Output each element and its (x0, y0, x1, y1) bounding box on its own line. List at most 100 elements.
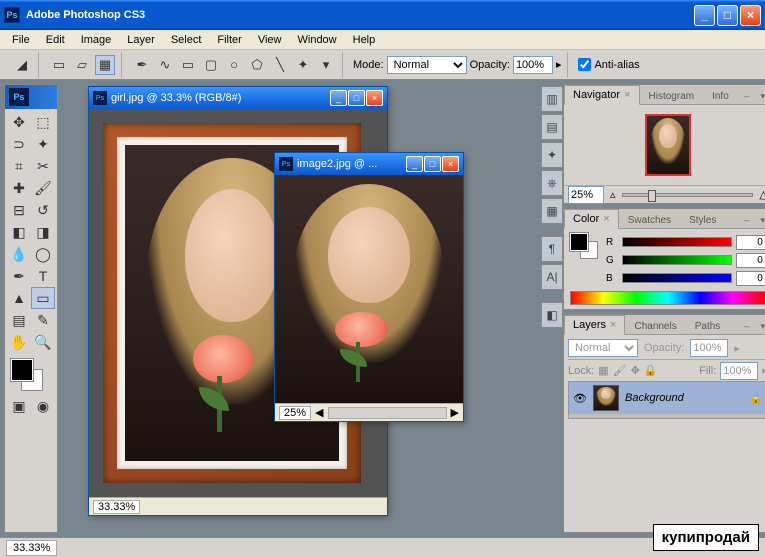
layer-fill-input[interactable] (720, 362, 758, 380)
line-shape-icon[interactable]: ╲ (270, 55, 290, 75)
r-input[interactable] (736, 235, 765, 250)
collapsed-panel-icon[interactable]: A| (541, 264, 563, 290)
collapsed-panel-icon[interactable]: ⎈ (541, 170, 563, 196)
document-window-image2[interactable]: Ps image2.jpg @ ... _ □ × 25% ◀ (274, 152, 464, 422)
doc1-zoom[interactable]: 33.33% (93, 500, 140, 514)
panel-menu-icon[interactable]: ▾ (756, 90, 765, 102)
color-fg-bg-swatches[interactable] (570, 233, 598, 287)
b-slider[interactable] (622, 273, 732, 283)
tab-channels[interactable]: Channels (625, 317, 685, 335)
pen-tool[interactable]: ✒ (7, 265, 31, 287)
close-button[interactable]: × (740, 5, 761, 26)
g-input[interactable] (736, 253, 765, 268)
lock-all-icon[interactable]: 🔒 (644, 364, 658, 377)
slice-tool[interactable]: ✂ (31, 155, 55, 177)
rounded-rect-icon[interactable]: ▢ (201, 55, 221, 75)
opacity-input[interactable] (513, 56, 553, 74)
doc2-titlebar[interactable]: Ps image2.jpg @ ... _ □ × (275, 153, 463, 175)
opacity-dropdown-icon[interactable]: ▸ (734, 342, 740, 355)
shape-tool[interactable]: ▭ (31, 287, 55, 309)
maximize-button[interactable]: □ (717, 5, 738, 26)
brush-tool[interactable]: 🖌 (31, 177, 55, 199)
foreground-color-swatch[interactable] (11, 359, 33, 381)
healing-tool[interactable]: ✚ (7, 177, 31, 199)
panel-collapse-icon[interactable]: – (740, 214, 754, 226)
menu-filter[interactable]: Filter (209, 32, 249, 48)
doc2-maximize[interactable]: □ (424, 156, 441, 172)
doc2-zoom[interactable]: 25% (279, 406, 311, 420)
quick-select-tool[interactable]: ✦ (31, 133, 55, 155)
menu-file[interactable]: File (4, 32, 38, 48)
menu-select[interactable]: Select (163, 32, 210, 48)
polygon-shape-icon[interactable]: ⬠ (247, 55, 267, 75)
eyedropper-tool[interactable]: ✎ (31, 309, 55, 331)
menu-view[interactable]: View (250, 32, 290, 48)
blend-mode-select[interactable]: Normal (387, 56, 467, 74)
collapsed-panel-icon[interactable]: ◧ (541, 302, 563, 328)
tab-paths[interactable]: Paths (686, 317, 730, 335)
shape-layers-icon[interactable]: ▭ (49, 55, 69, 75)
tab-layers[interactable]: Layers× (564, 315, 625, 335)
path-select-tool[interactable]: ▲ (7, 287, 31, 309)
stamp-tool[interactable]: ⊟ (7, 199, 31, 221)
navigator-preview[interactable] (564, 105, 765, 185)
collapsed-panel-icon[interactable]: ✦ (541, 142, 563, 168)
tab-info[interactable]: Info (703, 87, 738, 105)
marquee-tool[interactable]: ⬚ (31, 111, 55, 133)
layer-row-background[interactable]: 👁 Background 🔒 (569, 382, 765, 414)
layer-blend-select[interactable]: Normal (568, 339, 638, 357)
panel-collapse-icon[interactable]: – (740, 90, 754, 102)
doc2-scroll-right-icon[interactable]: ▶ (451, 406, 459, 419)
doc1-minimize[interactable]: _ (330, 90, 347, 106)
pen-tool-icon[interactable]: ✒ (132, 55, 152, 75)
zoom-in-icon[interactable]: △ (759, 188, 765, 201)
quickmask-mode-icon[interactable]: ◉ (31, 395, 55, 417)
lock-position-icon[interactable]: ✥ (631, 364, 640, 377)
visibility-eye-icon[interactable]: 👁 (573, 391, 587, 405)
custom-shape-icon[interactable]: ✦ (293, 55, 313, 75)
dodge-tool[interactable]: ◯ (31, 243, 55, 265)
minimize-button[interactable]: _ (694, 5, 715, 26)
navigator-zoom-input[interactable] (568, 186, 604, 204)
blur-tool[interactable]: 💧 (7, 243, 31, 265)
lock-transparent-icon[interactable]: ▦ (598, 364, 608, 377)
tab-histogram[interactable]: Histogram (640, 87, 704, 105)
zoom-tool[interactable]: 🔍 (31, 331, 55, 353)
doc1-maximize[interactable]: □ (348, 90, 365, 106)
layer-thumbnail[interactable] (593, 385, 619, 411)
freeform-pen-icon[interactable]: ∿ (155, 55, 175, 75)
layer-name[interactable]: Background (625, 392, 684, 404)
gradient-tool[interactable]: ◨ (31, 221, 55, 243)
collapsed-panel-icon[interactable]: ▥ (541, 86, 563, 112)
panel-menu-icon[interactable]: ▾ (756, 214, 765, 226)
doc2-scroll-left-icon[interactable]: ◀ (315, 406, 323, 419)
menu-help[interactable]: Help (345, 32, 384, 48)
doc2-scrollbar[interactable] (328, 407, 447, 419)
doc2-close[interactable]: × (442, 156, 459, 172)
menu-image[interactable]: Image (73, 32, 120, 48)
crop-tool[interactable]: ⌗ (7, 155, 31, 177)
hand-tool[interactable]: ✋ (7, 331, 31, 353)
panel-menu-icon[interactable]: ▾ (756, 320, 765, 332)
type-tool[interactable]: T (31, 265, 55, 287)
eraser-tool[interactable]: ◧ (7, 221, 31, 243)
g-slider[interactable] (622, 255, 732, 265)
panel-collapse-icon[interactable]: – (740, 320, 754, 332)
zoom-out-icon[interactable]: ▵ (610, 188, 616, 201)
lock-pixels-icon[interactable]: 🖌 (613, 364, 627, 377)
tab-navigator[interactable]: Navigator× (564, 85, 640, 105)
ellipse-shape-icon[interactable]: ○ (224, 55, 244, 75)
tab-styles[interactable]: Styles (680, 211, 725, 229)
opacity-dropdown-icon[interactable]: ▸ (556, 58, 562, 71)
move-tool[interactable]: ✥ (7, 111, 31, 133)
color-spectrum[interactable] (570, 291, 765, 305)
layer-opacity-input[interactable] (690, 339, 728, 357)
doc2-canvas[interactable] (275, 175, 463, 403)
collapsed-panel-icon[interactable]: ▦ (541, 198, 563, 224)
r-slider[interactable] (622, 237, 732, 247)
rectangle-shape-icon[interactable]: ▭ (178, 55, 198, 75)
menu-window[interactable]: Window (290, 32, 345, 48)
navigator-zoom-slider[interactable] (622, 193, 754, 197)
fill-pixels-icon[interactable]: ▦ (95, 55, 115, 75)
shape-options-icon[interactable]: ▾ (316, 55, 336, 75)
